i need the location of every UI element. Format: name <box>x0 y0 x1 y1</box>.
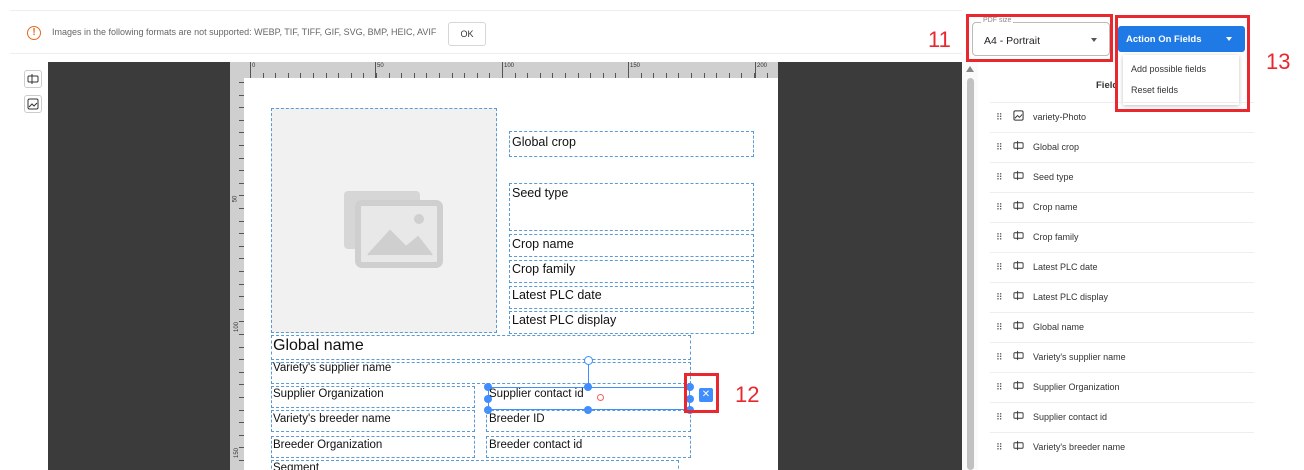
drag-handle-icon[interactable]: ⠿ <box>996 262 1003 273</box>
field-item-label: Latest PLC display <box>1033 292 1109 302</box>
list-item[interactable]: ⠿ Seed type <box>990 162 1254 190</box>
scroll-thumb[interactable] <box>967 78 974 470</box>
list-item[interactable]: ⠿ Latest PLC display <box>990 282 1254 310</box>
field-item-label: Variety's supplier name <box>1033 352 1126 362</box>
list-item[interactable]: ⠿ Crop name <box>990 192 1254 220</box>
field-label: Latest PLC date <box>512 288 602 302</box>
list-item[interactable]: ⠿ Supplier contact id <box>990 402 1254 430</box>
ruler-label: 100 <box>234 321 241 333</box>
list-item[interactable]: ⠿ Supplier Organization <box>990 372 1254 400</box>
resize-handle[interactable] <box>584 383 592 391</box>
text-field-icon <box>1013 290 1024 304</box>
text-field-icon <box>27 74 39 84</box>
add-text-field-tool[interactable] <box>24 70 42 88</box>
drag-handle-icon[interactable]: ⠿ <box>996 412 1003 423</box>
field-item-label: Supplier Organization <box>1033 382 1120 392</box>
variety-photo-field[interactable] <box>271 108 497 333</box>
app-root: ! Images in the following formats are no… <box>0 0 1304 470</box>
list-item[interactable]: ⠿ Latest PLC date <box>990 252 1254 280</box>
field-label: Breeder contact id <box>489 439 583 451</box>
field-item-label: Variety's breeder name <box>1033 442 1126 452</box>
field-item-label: variety-Photo <box>1033 112 1087 122</box>
field-item-label: Latest PLC date <box>1033 262 1098 272</box>
drag-handle-icon[interactable]: ⠿ <box>996 382 1003 393</box>
text-field-icon <box>1013 410 1024 424</box>
text-field-icon <box>1013 350 1024 364</box>
text-field-icon <box>1013 200 1024 214</box>
vertical-ruler: 50 100 150 <box>230 78 244 470</box>
ruler-label: 0 <box>252 63 256 69</box>
field-label: Crop name <box>512 237 574 251</box>
text-field-icon <box>1013 170 1024 184</box>
field-label: Supplier Organization <box>273 388 384 400</box>
field-label: Breeder ID <box>489 413 545 425</box>
text-field-icon <box>1013 260 1024 274</box>
annotation-number-13: 13 <box>1266 49 1291 74</box>
text-field-icon <box>1013 320 1024 334</box>
field-item-label: Seed type <box>1033 172 1074 182</box>
segment-field[interactable] <box>271 460 679 470</box>
annotation-box-11 <box>966 14 1113 62</box>
ruler-label: 50 <box>377 63 384 69</box>
fields-list: ⠿ variety-Photo ⠿ Global crop ⠿ Seed type ⠿ C… <box>990 102 1254 470</box>
list-item[interactable]: ⠿ Global crop <box>990 132 1254 160</box>
field-item-label: Global name <box>1033 322 1085 332</box>
list-item[interactable]: ⠿ Variety's supplier name <box>990 342 1254 370</box>
canvas-scrollbar[interactable] <box>962 62 978 470</box>
annotation-box-13 <box>1115 15 1250 112</box>
text-field-icon <box>1013 380 1024 394</box>
annotation-number-12: 12 <box>735 382 760 407</box>
rotate-handle[interactable] <box>584 356 593 365</box>
field-label: Breeder Organization <box>273 439 383 451</box>
drag-handle-icon[interactable]: ⠿ <box>996 292 1003 303</box>
ruler-label: 200 <box>757 63 768 69</box>
ruler-label: 100 <box>504 63 515 69</box>
field-label: Seed type <box>512 186 569 200</box>
drag-handle-icon[interactable]: ⠿ <box>996 112 1003 123</box>
text-field-icon <box>1013 140 1024 154</box>
ruler-label: 150 <box>630 63 641 69</box>
image-placeholder-icon <box>344 191 443 268</box>
drag-handle-icon[interactable]: ⠿ <box>996 352 1003 363</box>
horizontal-ruler: 0 50 100 150 200 <box>230 62 778 78</box>
field-item-label: Global crop <box>1033 142 1080 152</box>
anchor-point <box>597 394 604 401</box>
notice-ok-button[interactable]: OK <box>448 22 486 46</box>
field-label: Global crop <box>512 135 576 149</box>
text-field-icon <box>1013 230 1024 244</box>
list-item[interactable]: ⠿ Global name <box>990 312 1254 340</box>
drag-handle-icon[interactable]: ⠿ <box>996 142 1003 153</box>
list-item[interactable]: ⠿ Variety's breeder name <box>990 432 1254 460</box>
field-label: Supplier contact id <box>489 388 584 400</box>
field-label: Global name <box>273 337 364 354</box>
field-label: Variety's supplier name <box>273 362 392 374</box>
image-icon <box>27 98 39 110</box>
warning-icon: ! <box>27 26 41 40</box>
field-item-label: Crop name <box>1033 202 1078 212</box>
text-field-icon <box>1013 440 1024 454</box>
scroll-up-icon[interactable] <box>966 66 974 72</box>
drag-handle-icon[interactable]: ⠿ <box>996 202 1003 213</box>
field-label: Latest PLC display <box>512 313 617 327</box>
format-notice-message: Images in the following formats are not … <box>52 27 437 37</box>
field-label: Segment <box>273 462 320 470</box>
drag-handle-icon[interactable]: ⠿ <box>996 232 1003 243</box>
add-image-tool[interactable] <box>24 95 42 113</box>
drag-handle-icon[interactable]: ⠿ <box>996 172 1003 183</box>
drag-handle-icon[interactable]: ⠿ <box>996 442 1003 453</box>
list-item[interactable]: ⠿ Crop family <box>990 222 1254 250</box>
ruler-label: 50 <box>232 195 239 203</box>
field-label: Variety's breeder name <box>273 413 391 425</box>
ruler-label: 150 <box>234 447 241 459</box>
field-item-label: Supplier contact id <box>1033 412 1108 422</box>
field-label: Crop family <box>512 262 576 276</box>
image-icon <box>1013 110 1024 124</box>
drag-handle-icon[interactable]: ⠿ <box>996 322 1003 333</box>
annotation-box-12 <box>684 373 719 413</box>
format-notice-bar: ! Images in the following formats are no… <box>10 10 962 54</box>
field-item-label: Crop family <box>1033 232 1079 242</box>
annotation-number-11: 11 <box>928 27 951 52</box>
